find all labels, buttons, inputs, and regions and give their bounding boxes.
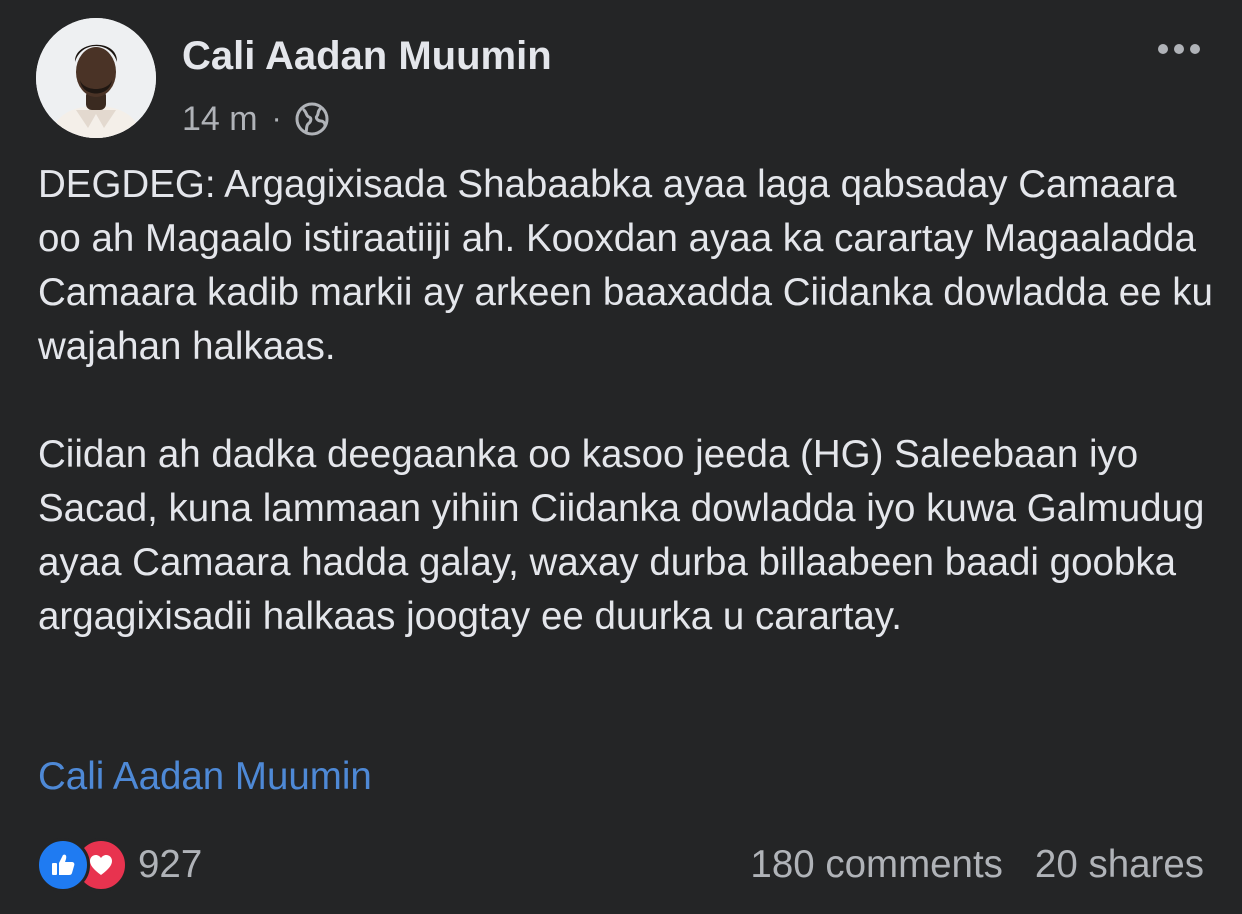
post-paragraph: DEGDEG: Argagixisada Shabaabka ayaa laga… <box>38 163 1213 368</box>
more-options-icon[interactable] <box>1148 28 1210 70</box>
like-icon <box>36 838 90 892</box>
post-card: Cali Aadan Muumin 14 m · DEGDEG: Argagix… <box>0 0 1242 914</box>
reactions-summary[interactable]: 927 <box>36 838 203 892</box>
post-paragraph: Ciidan ah dadka deegaanka oo kasoo jeeda… <box>38 433 1205 638</box>
post-body: DEGDEG: Argagixisada Shabaabka ayaa laga… <box>38 158 1218 644</box>
reaction-count: 927 <box>138 843 203 886</box>
author-name[interactable]: Cali Aadan Muumin <box>182 34 552 79</box>
more-dot <box>1158 44 1168 54</box>
tagged-profile-link[interactable]: Cali Aadan Muumin <box>38 750 372 804</box>
comments-count[interactable]: 180 comments <box>750 843 1003 887</box>
more-dot <box>1190 44 1200 54</box>
avatar[interactable] <box>36 18 156 138</box>
globe-icon[interactable] <box>294 101 330 137</box>
more-dot <box>1174 44 1184 54</box>
meta-separator: · <box>271 102 282 135</box>
post-meta: 14 m · <box>182 98 330 140</box>
shares-count[interactable]: 20 shares <box>1035 843 1204 887</box>
engagement-stats: 180 comments 20 shares <box>750 840 1204 890</box>
post-time[interactable]: 14 m <box>182 100 258 139</box>
